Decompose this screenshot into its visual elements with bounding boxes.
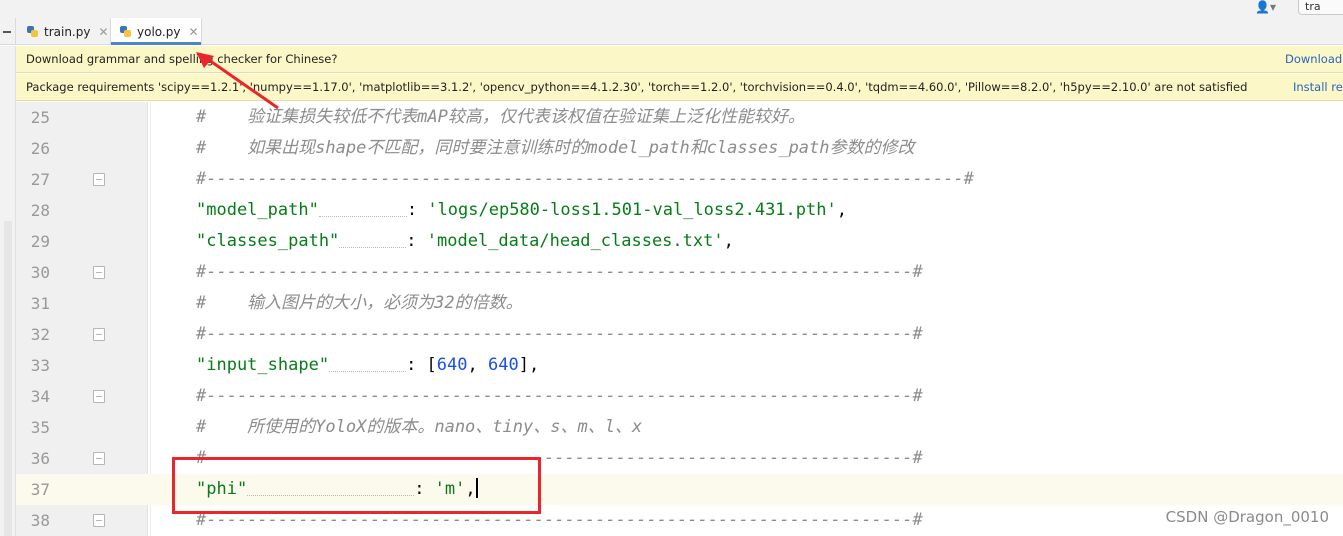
comment: #---------------------------------------… bbox=[196, 324, 923, 344]
tab-label: yolo.py bbox=[137, 24, 181, 39]
fold-marker-icon[interactable] bbox=[93, 390, 105, 403]
tab-bar-menu[interactable] bbox=[0, 18, 16, 45]
dict-value: 'logs/ep580-loss1.501-val_loss2.431.pth' bbox=[427, 200, 837, 220]
fold-marker-icon[interactable] bbox=[93, 452, 105, 465]
python-file-icon bbox=[119, 25, 133, 39]
dict-key: "model_path" bbox=[196, 200, 319, 220]
line-number: 28 bbox=[30, 201, 50, 220]
download-link[interactable]: Download bbox=[1283, 46, 1343, 72]
code-line: 27 #------------------------------------… bbox=[16, 164, 1343, 195]
line-number: 32 bbox=[30, 325, 50, 344]
dict-key: "classes_path" bbox=[196, 231, 340, 251]
number-literal: 640 bbox=[488, 355, 519, 375]
tab-train-py[interactable]: train.py ✕ bbox=[18, 18, 110, 45]
highlight-box-annotation bbox=[172, 457, 541, 514]
comment: #---------------------------------------… bbox=[196, 386, 923, 406]
comment: # 所使用的YoloX的版本。nano、tiny、s、m、l、x bbox=[196, 417, 643, 437]
red-arrow-annotation bbox=[196, 52, 279, 110]
line-number: 30 bbox=[30, 263, 50, 282]
python-file-icon bbox=[26, 25, 40, 39]
minimize-icon bbox=[3, 31, 11, 33]
number-literal: 640 bbox=[436, 355, 468, 375]
close-icon[interactable]: ✕ bbox=[98, 25, 108, 39]
code-line: 28 "model_path": 'logs/ep580-loss1.501-v… bbox=[16, 195, 1343, 226]
left-tool-ribbon bbox=[0, 46, 16, 536]
tab-label: train.py bbox=[44, 24, 91, 39]
comment: # 如果出现shape不匹配，同时要注意训练时的model_path和class… bbox=[196, 138, 915, 158]
fold-marker-icon[interactable] bbox=[93, 328, 105, 341]
code-line: 31 # 输入图片的大小，必须为32的倍数。 bbox=[16, 288, 1343, 319]
close-icon[interactable]: ✕ bbox=[188, 25, 198, 39]
line-number: 33 bbox=[30, 356, 50, 375]
line-number: 25 bbox=[30, 108, 50, 127]
top-right-tab[interactable]: tra bbox=[1298, 0, 1343, 15]
top-toolbar: 👤▾ tra bbox=[0, 0, 1343, 18]
comment: #---------------------------------------… bbox=[196, 262, 923, 282]
install-requirements-link[interactable]: Install re bbox=[1291, 74, 1343, 100]
comment: # 输入图片的大小，必须为32的倍数。 bbox=[196, 293, 523, 313]
code-line: 35 # 所使用的YoloX的版本。nano、tiny、s、m、l、x bbox=[16, 412, 1343, 443]
active-tab-indicator bbox=[111, 42, 201, 45]
dict-key: "input_shape" bbox=[196, 355, 330, 375]
fold-marker-icon[interactable] bbox=[93, 173, 105, 186]
code-line: 33 "input_shape": [640, 640], bbox=[16, 350, 1343, 381]
code-line: 34 #------------------------------------… bbox=[16, 381, 1343, 412]
code-line: 32 #------------------------------------… bbox=[16, 319, 1343, 350]
code-line: 26 # 如果出现shape不匹配，同时要注意训练时的model_path和cl… bbox=[16, 133, 1343, 164]
tab-yolo-py[interactable]: yolo.py ✕ bbox=[110, 18, 202, 45]
watermark: CSDN @Dragon_0010 bbox=[1165, 508, 1329, 526]
line-number: 26 bbox=[30, 139, 50, 158]
line-number: 31 bbox=[30, 294, 50, 313]
fold-marker-icon[interactable] bbox=[93, 266, 105, 279]
line-number: 37 bbox=[30, 480, 50, 499]
editor-tab-bar: train.py ✕ yolo.py ✕ bbox=[0, 18, 1343, 45]
comment: #---------------------------------------… bbox=[196, 169, 974, 189]
line-number: 35 bbox=[30, 418, 50, 437]
line-number: 36 bbox=[30, 449, 50, 468]
arrow-shaft bbox=[205, 56, 279, 110]
line-number: 27 bbox=[30, 170, 50, 189]
line-number: 29 bbox=[30, 232, 50, 251]
user-icon[interactable]: 👤▾ bbox=[1255, 0, 1281, 14]
ribbon-scroll-mark bbox=[4, 221, 12, 536]
dict-value: 'model_data/head_classes.txt' bbox=[426, 231, 724, 251]
fold-marker-icon[interactable] bbox=[93, 514, 105, 527]
line-number: 38 bbox=[30, 511, 50, 530]
code-line: 30 #------------------------------------… bbox=[16, 257, 1343, 288]
code-line: 29 "classes_path": 'model_data/head_clas… bbox=[16, 226, 1343, 257]
line-number: 34 bbox=[30, 387, 50, 406]
